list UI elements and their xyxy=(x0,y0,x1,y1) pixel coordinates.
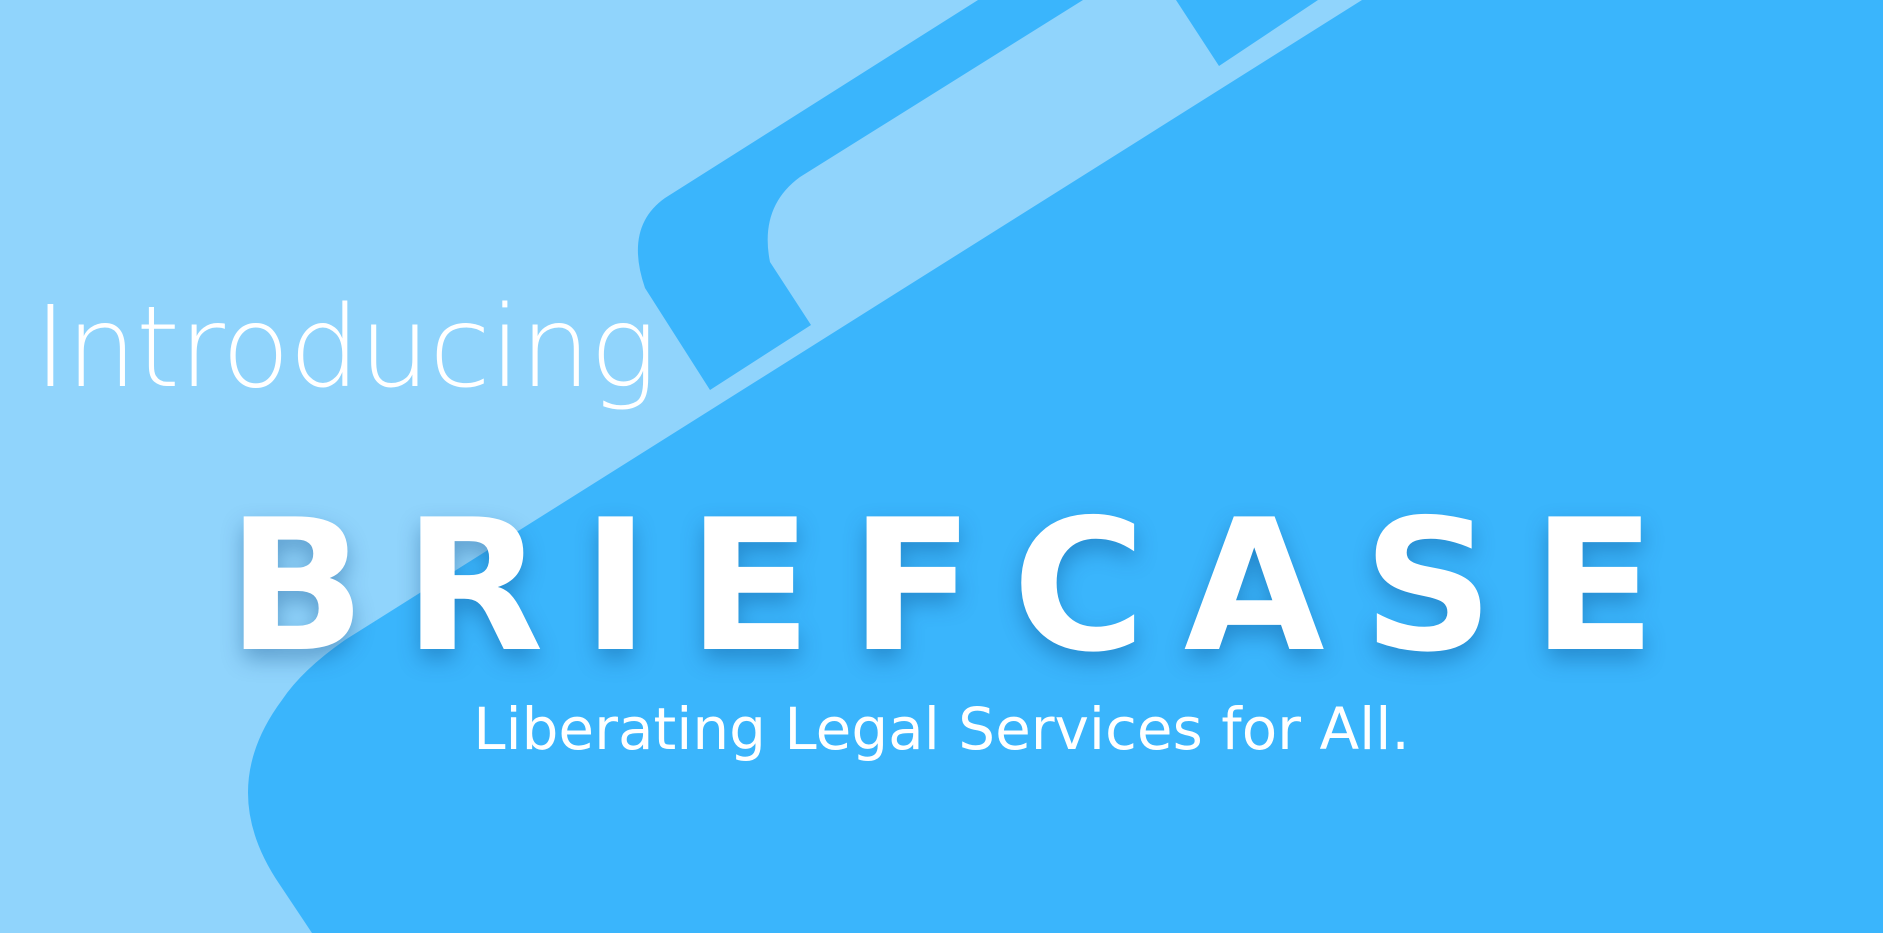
briefcase-illustration xyxy=(247,0,1883,933)
intro-heading: Introducing xyxy=(34,283,657,413)
tagline: Liberating Legal Services for All. xyxy=(473,695,1410,763)
brand-title: BRIEFCASE xyxy=(226,480,1695,692)
banner: Introducing BRIEFCASE Liberating Legal S… xyxy=(0,0,1883,933)
briefcase-body xyxy=(247,0,1883,933)
